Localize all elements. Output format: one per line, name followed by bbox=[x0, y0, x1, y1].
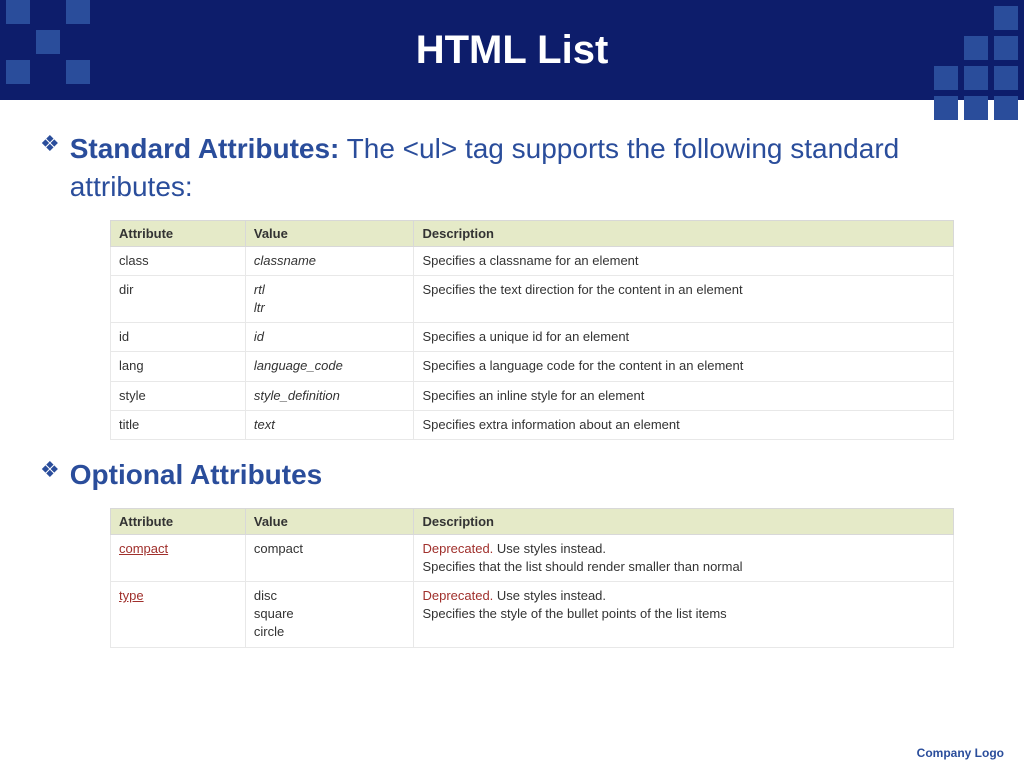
cell-value: discsquarecircle bbox=[245, 582, 414, 648]
bullet-standard-attributes: ❖ Standard Attributes: The <ul> tag supp… bbox=[40, 130, 984, 206]
deprecated-label: Deprecated. bbox=[422, 541, 493, 556]
cell-description: Specifies extra information about an ele… bbox=[414, 410, 954, 439]
bullet-text: Standard Attributes: The <ul> tag suppor… bbox=[70, 130, 984, 206]
decoration-squares-right bbox=[934, 6, 1018, 120]
table-row: dirrtlltrSpecifies the text direction fo… bbox=[111, 275, 954, 322]
cell-attribute: lang bbox=[111, 352, 246, 381]
cell-attribute: dir bbox=[111, 275, 246, 322]
cell-value: rtlltr bbox=[245, 275, 414, 322]
bullet-optional-attributes: ❖ Optional Attributes bbox=[40, 456, 984, 494]
cell-value: text bbox=[245, 410, 414, 439]
slide-content: ❖ Standard Attributes: The <ul> tag supp… bbox=[0, 100, 1024, 658]
col-header-description: Description bbox=[414, 220, 954, 246]
table-row: classclassnameSpecifies a classname for … bbox=[111, 246, 954, 275]
cell-attribute: id bbox=[111, 323, 246, 352]
table-row: ididSpecifies a unique id for an element bbox=[111, 323, 954, 352]
col-header-value: Value bbox=[245, 220, 414, 246]
col-header-value: Value bbox=[245, 508, 414, 534]
cell-description: Specifies a unique id for an element bbox=[414, 323, 954, 352]
cell-description: Specifies the text direction for the con… bbox=[414, 275, 954, 322]
table-row: stylestyle_definitionSpecifies an inline… bbox=[111, 381, 954, 410]
optional-attributes-table: Attribute Value Description compactcompa… bbox=[110, 508, 954, 648]
col-header-attribute: Attribute bbox=[111, 508, 246, 534]
table-header-row: Attribute Value Description bbox=[111, 508, 954, 534]
cell-attribute: title bbox=[111, 410, 246, 439]
diamond-bullet-icon: ❖ bbox=[40, 456, 60, 485]
cell-description: Deprecated. Use styles instead.Specifies… bbox=[414, 534, 954, 581]
bullet-label: Standard Attributes: bbox=[70, 133, 340, 164]
table-row: titletextSpecifies extra information abo… bbox=[111, 410, 954, 439]
cell-value: id bbox=[245, 323, 414, 352]
cell-attribute: style bbox=[111, 381, 246, 410]
deprecated-label: Deprecated. bbox=[422, 588, 493, 603]
cell-description: Specifies a classname for an element bbox=[414, 246, 954, 275]
table-row: langlanguage_codeSpecifies a language co… bbox=[111, 352, 954, 381]
table-row: compactcompactDeprecated. Use styles ins… bbox=[111, 534, 954, 581]
table-row: typediscsquarecircleDeprecated. Use styl… bbox=[111, 582, 954, 648]
slide-header: HTML List bbox=[0, 0, 1024, 100]
decoration-squares-left bbox=[6, 0, 90, 114]
cell-value: classname bbox=[245, 246, 414, 275]
bullet-label: Optional Attributes bbox=[70, 456, 323, 494]
table-header-row: Attribute Value Description bbox=[111, 220, 954, 246]
cell-value: style_definition bbox=[245, 381, 414, 410]
diamond-bullet-icon: ❖ bbox=[40, 130, 60, 159]
cell-value: compact bbox=[245, 534, 414, 581]
cell-value: language_code bbox=[245, 352, 414, 381]
footer-company-logo: Company Logo bbox=[917, 746, 1004, 760]
cell-description: Deprecated. Use styles instead.Specifies… bbox=[414, 582, 954, 648]
cell-attribute-link[interactable]: compact bbox=[111, 534, 246, 581]
slide-title: HTML List bbox=[0, 0, 1024, 73]
cell-attribute-link[interactable]: type bbox=[111, 582, 246, 648]
cell-attribute: class bbox=[111, 246, 246, 275]
col-header-attribute: Attribute bbox=[111, 220, 246, 246]
cell-description: Specifies an inline style for an element bbox=[414, 381, 954, 410]
col-header-description: Description bbox=[414, 508, 954, 534]
standard-attributes-table: Attribute Value Description classclassna… bbox=[110, 220, 954, 440]
cell-description: Specifies a language code for the conten… bbox=[414, 352, 954, 381]
